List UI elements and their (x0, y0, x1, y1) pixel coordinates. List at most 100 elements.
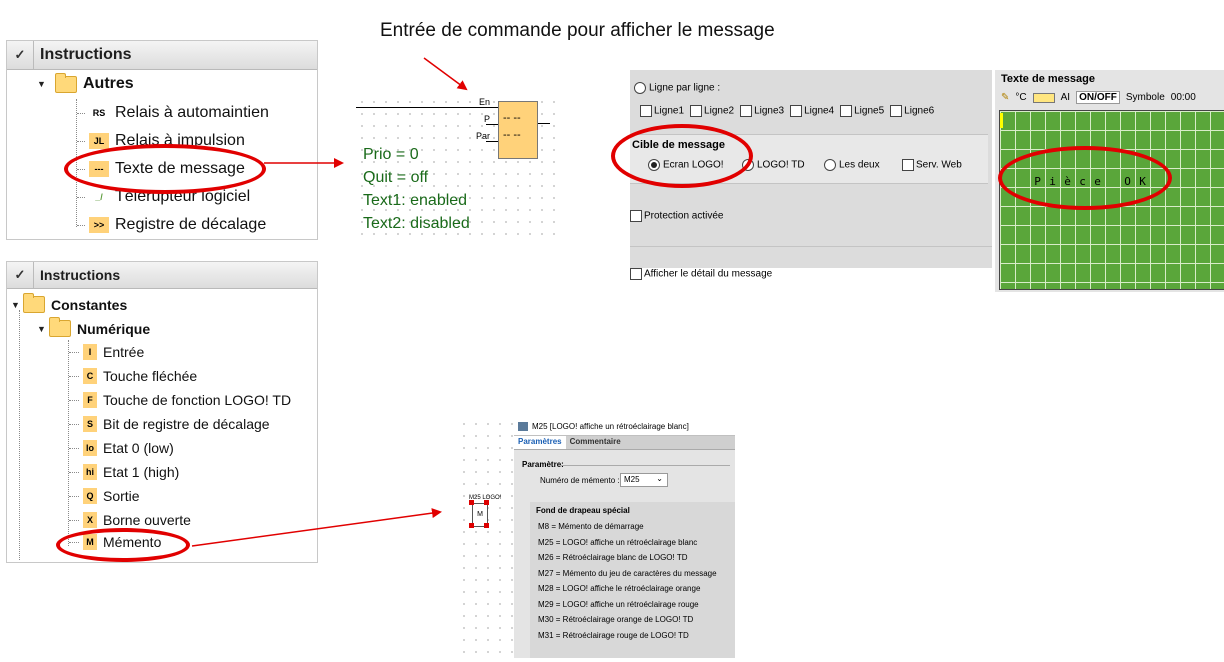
tree-item-sortie[interactable]: Q Sortie (69, 488, 140, 504)
panel-header[interactable]: ✓ Instructions (7, 262, 317, 289)
web-checkbox[interactable]: Serv. Web (902, 159, 962, 171)
tree-item-etat-0[interactable]: lo Etat 0 (low) (69, 440, 174, 456)
chevron-down-icon[interactable]: ✓ (7, 262, 34, 288)
block-dashes-1: -- -- (503, 112, 521, 124)
tab-commentaire[interactable]: Commentaire (566, 436, 625, 449)
line5-checkbox[interactable]: Ligne5 (840, 105, 884, 117)
line2-checkbox[interactable]: Ligne2 (690, 105, 734, 117)
high-state-icon: hi (83, 464, 97, 480)
tree-item-bit-registre[interactable]: S Bit de registre de décalage (69, 416, 270, 432)
lcd-cursor (1000, 113, 1003, 128)
flag-item: M29 = LOGO! affiche un rétroéclairage ro… (538, 599, 699, 609)
time-button[interactable]: 00:00 (1171, 92, 1196, 103)
bar-button[interactable] (1032, 92, 1055, 103)
app-icon (518, 422, 528, 431)
panel-header[interactable]: ✓ Instructions (7, 41, 317, 70)
param-text2: Text2: disabled (363, 215, 470, 232)
folder-autres[interactable]: ▼ Autres (37, 72, 134, 93)
dialog-titlebar: M25 [LOGO! affiche un rétroéclairage bla… (514, 418, 735, 436)
instructions-panel-top: ✓ Instructions ▼ Autres RS Relais à auto… (6, 40, 318, 240)
param-prio: Prio = 0 (363, 146, 419, 163)
soft-switch-icon: _/ (89, 189, 109, 205)
tab-parametres[interactable]: Paramètres (514, 436, 566, 449)
pencil-icon[interactable]: ✎ (1001, 92, 1009, 103)
pin-par-wire (486, 141, 498, 142)
tab-bar: Paramètres Commentaire (514, 436, 735, 450)
highlight-ellipse-texte-message (64, 144, 266, 194)
folder-numerique[interactable]: ▼ Numérique (37, 317, 150, 337)
shift-register-icon: >> (89, 217, 109, 233)
shift-bit-icon: S (83, 416, 97, 432)
function-key-icon: F (83, 392, 97, 408)
highlight-ellipse-piece-ok (998, 146, 1172, 210)
protection-checkbox[interactable]: Protection activée (630, 210, 724, 222)
message-text-title: Texte de message (1001, 73, 1095, 85)
section-title: Paramètre: (522, 460, 564, 469)
highlight-ellipse-memento (56, 528, 190, 562)
flag-item: M8 = Mémento de démarrage (538, 522, 644, 531)
tree-item-registre-decalage[interactable]: >> Registre de décalage (77, 216, 266, 234)
line6-checkbox[interactable]: Ligne6 (890, 105, 934, 117)
cursor-key-icon: C (83, 368, 97, 384)
field-label: Numéro de mémento : (540, 476, 620, 485)
arrow-caption-to-en (423, 57, 468, 91)
flags-list: M8 = Mémento de démarrage M25 = LOGO! af… (530, 519, 735, 643)
onoff-button[interactable]: ON/OFF (1076, 91, 1120, 104)
line-mode-radio[interactable]: Ligne par ligne : (634, 82, 720, 94)
line4-checkbox[interactable]: Ligne4 (790, 105, 834, 117)
symbol-button[interactable]: Symbole (1126, 92, 1165, 103)
caption: Entrée de commande pour afficher le mess… (380, 20, 775, 41)
param-text1: Text1: enabled (363, 192, 468, 209)
celsius-button[interactable]: °C (1015, 92, 1026, 103)
input-wire (356, 107, 498, 108)
panel-title: Instructions (40, 46, 132, 63)
handle[interactable] (484, 523, 489, 528)
block-dashes-2: -- -- (503, 129, 521, 141)
pin-p-wire (486, 124, 498, 125)
pin-p-label: P (484, 114, 491, 124)
tree-item-entree[interactable]: I Entrée (69, 344, 144, 360)
flag-item: M30 = Rétroéclairage orange de LOGO! TD (538, 615, 694, 624)
expand-icon[interactable]: ▼ (37, 324, 49, 334)
highlight-ellipse-ecran-logo (611, 124, 753, 188)
impulse-relay-icon: JL (89, 133, 109, 149)
handle[interactable] (469, 500, 474, 505)
target-both-radio[interactable]: Les deux (824, 159, 880, 171)
tree-item-touche-fonction[interactable]: F Touche de fonction LOGO! TD (69, 392, 291, 408)
ai-button[interactable]: AI (1061, 92, 1070, 103)
tree-item-borne-ouverte[interactable]: X Borne ouverte (69, 512, 191, 528)
handle[interactable] (469, 523, 474, 528)
chevron-down-icon: ⌄ (656, 474, 663, 483)
tree-item-touche-flechee[interactable]: C Touche fléchée (69, 368, 197, 384)
flags-box: Fond de drapeau spécial M8 = Mémento de … (530, 502, 735, 658)
folder-icon (23, 293, 45, 313)
detail-checkbox-label[interactable]: Afficher le détail du message (630, 268, 772, 280)
flag-item: M25 = LOGO! affiche un rétroéclairage bl… (538, 537, 698, 547)
pin-en-label: En (479, 97, 491, 107)
handle[interactable] (484, 500, 489, 505)
tree-item-relais-automaintien[interactable]: RS Relais à automaintien (77, 104, 269, 122)
expand-icon[interactable]: ▼ (37, 79, 49, 89)
message-text-block[interactable]: -- -- -- -- (498, 101, 538, 159)
message-toolbar: ✎ °C AI ON/OFF Symbole 00:00 (1001, 91, 1196, 104)
line1-checkbox[interactable]: Ligne1 (640, 105, 684, 117)
folder-constantes[interactable]: ▼ Constantes (11, 293, 127, 313)
param-quit: Quit = off (363, 169, 429, 186)
expand-icon[interactable]: ▼ (11, 300, 23, 310)
low-state-icon: lo (83, 440, 97, 456)
output-wire (536, 123, 550, 124)
memento-dialog: M25 [LOGO! affiche un rétroéclairage bla… (514, 418, 735, 658)
chevron-down-icon[interactable]: ✓ (7, 41, 34, 69)
flags-title: Fond de drapeau spécial (536, 506, 630, 515)
pin-par-label: Par (476, 131, 491, 141)
flag-item: M28 = LOGO! affiche le rétroéclairage or… (538, 584, 701, 593)
tree-item-etat-1[interactable]: hi Etat 1 (high) (69, 464, 179, 480)
panel-title: Instructions (40, 267, 121, 283)
input-icon: I (83, 344, 97, 360)
folder-icon (49, 317, 71, 337)
memento-number-select[interactable]: M25 ⌄ (620, 473, 668, 487)
protection-band (630, 246, 992, 247)
folder-icon (55, 72, 77, 93)
line-checkboxes: Ligne1 Ligne2 Ligne3 Ligne4 Ligne5 Ligne… (640, 105, 934, 117)
line3-checkbox[interactable]: Ligne3 (740, 105, 784, 117)
